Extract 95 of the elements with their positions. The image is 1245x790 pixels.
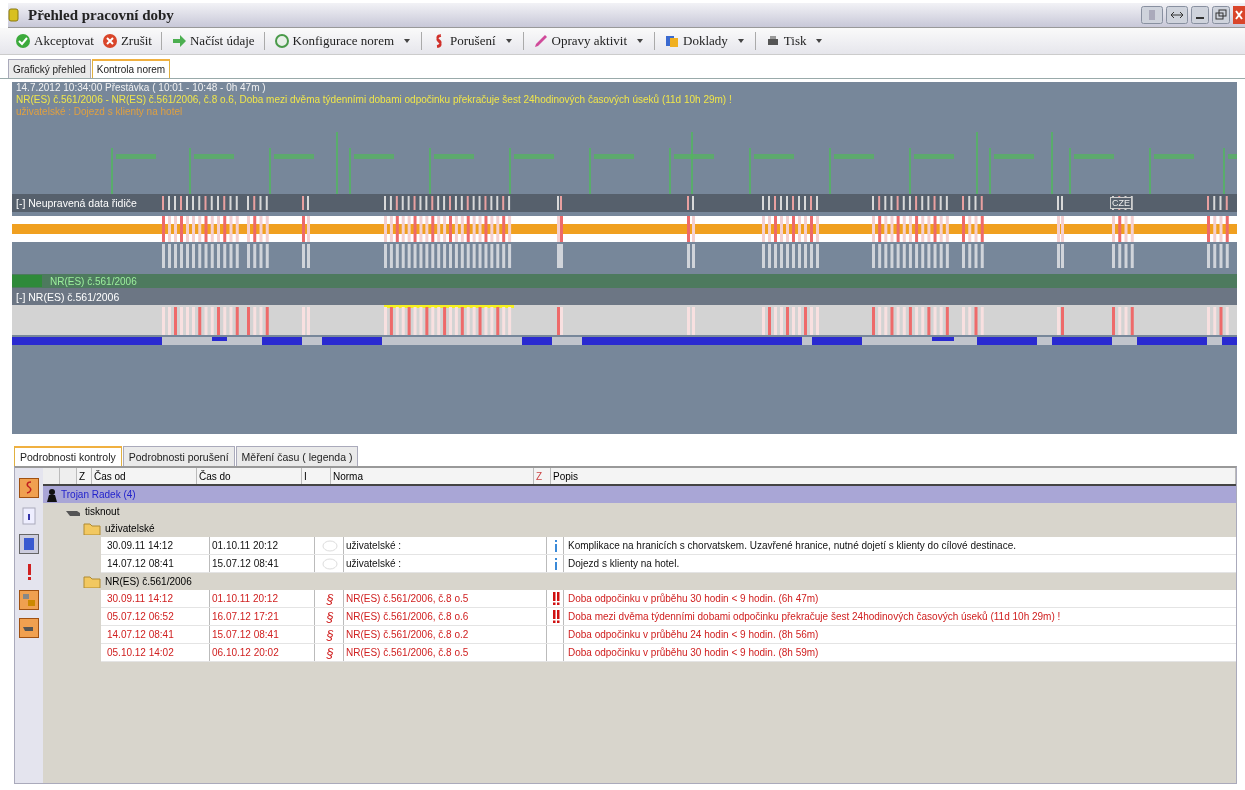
- column-header[interactable]: Čas do: [197, 468, 302, 484]
- table-cell: 05.10.12 14:02: [105, 644, 210, 661]
- norm-band-label: NR(ES) č.561/2006: [50, 275, 137, 287]
- column-header[interactable]: Norma: [331, 468, 534, 484]
- table-cell: NR(ES) č.561/2006, č.8 o.6: [344, 608, 547, 625]
- toolbar-button[interactable]: Zrušit: [98, 32, 155, 50]
- info-icon[interactable]: [19, 534, 39, 554]
- tab[interactable]: Podrobnosti porušení: [122, 446, 235, 466]
- restore-icon[interactable]: [1212, 6, 1230, 24]
- table-row[interactable]: 05.07.12 06:52 16.07.12 17:21 § NR(ES) č.561/2006, č.8 o.6 Doba mezi dvěma týdenními dobami odpočinku překračuje šest 24hodinových časových úseků (11d 10h 29m) !: [101, 608, 1236, 626]
- toolbar-button[interactable]: Konfigurace norem: [270, 32, 398, 50]
- table-cell: 01.10.11 20:12: [210, 590, 315, 607]
- table-cell-text: Doba odpočinku v průběhu 30 hodin < 9 hodin. (6h 47m): [567, 592, 820, 606]
- column-header[interactable]: Z: [77, 468, 92, 484]
- table-cell: uživatelské :: [344, 555, 547, 572]
- info-icon[interactable]: [19, 506, 39, 526]
- column-header[interactable]: Z: [534, 468, 551, 484]
- paragraph-mark: §: [326, 591, 334, 606]
- group-label: NR(ES) č.561/2006: [105, 576, 192, 587]
- tab[interactable]: Podrobnosti kontroly: [14, 446, 122, 466]
- table-cell: 06.10.12 20:02: [210, 644, 315, 661]
- timeline-info-text: 14.7.2012 10:34:00 Přestávka ( 10:01 - 10:48 - 0h 47m ): [15, 82, 267, 94]
- minimize-icon[interactable]: [1191, 6, 1209, 24]
- pencil-icon: [532, 33, 549, 49]
- table-cell: 14.07.12 08:41: [105, 626, 210, 643]
- table-cell: NR(ES) č.561/2006, č.8 o.5: [344, 590, 547, 607]
- table-cell: NR(ES) č.561/2006, č.8 o.5: [344, 644, 547, 661]
- toolbar-button[interactable]: Porušení: [428, 32, 499, 50]
- table-row[interactable]: 30.09.11 14:12 01.10.11 20:12 § NR(ES) č.561/2006, č.8 o.5 Doba odpočinku v průběhu 30 hodin < 9 hodin. (6h 47m): [101, 590, 1236, 608]
- driver-row[interactable]: Trojan Radek (4): [43, 486, 1236, 503]
- cancel-icon: [101, 33, 118, 49]
- table-row[interactable]: 14.07.12 08:41 15.07.12 08:41 § NR(ES) č.561/2006, č.8 o.2 Doba odpočinku v průběhu 24 hodin < 9 hodin. (8h 56m): [101, 626, 1236, 644]
- table-cell: 30.09.11 14:12: [105, 537, 210, 554]
- tab[interactable]: Měření času ( legenda ): [235, 446, 359, 466]
- paragraph-icon[interactable]: [19, 478, 39, 498]
- table-cell-text: Doba mezi dvěma týdenními dobami odpočinku překračuje šest 24hodinových časových úseků (11d 10h 29m) !: [567, 610, 1062, 624]
- table-row[interactable]: 14.07.12 08:41 15.07.12 08:41 uživatelské : Dojezd s klienty na hotel.: [101, 555, 1236, 573]
- paragraph-mark: §: [326, 609, 334, 624]
- info-icon: [553, 557, 559, 570]
- print-group-row[interactable]: tisknout: [43, 503, 1236, 520]
- table-cell-text: Doba odpočinku v průběhu 30 hodin < 9 hodin. (8h 59m): [567, 646, 820, 660]
- country-code: CZE: [1110, 197, 1132, 209]
- group-icon[interactable]: [19, 590, 39, 610]
- table-cell: 15.07.12 08:41: [210, 626, 315, 643]
- driver-name: Trojan Radek (4): [61, 489, 136, 500]
- toolbar-button[interactable]: Doklady: [661, 32, 731, 50]
- table-cell-text: Dojezd s klienty na hotel.: [567, 557, 681, 571]
- group-label: tisknout: [85, 506, 120, 517]
- column-header[interactable]: I: [302, 468, 331, 484]
- timeline-info-text: uživatelské : Dojezd s klienty na hotel: [15, 106, 184, 118]
- resize-icon[interactable]: [1166, 6, 1188, 24]
- tab[interactable]: Kontrola norem: [91, 59, 171, 78]
- folder-icon: [83, 575, 101, 588]
- dropdown-caret-icon[interactable]: [403, 37, 412, 45]
- table-cell-text: Doba odpočinku v průběhu 24 hodin < 9 hodin. (8h 56m): [567, 628, 820, 642]
- norm-badge: [12, 275, 42, 287]
- window-title: Přehled pracovní doby: [28, 6, 174, 24]
- paragraph-mark: §: [326, 645, 334, 660]
- table-cell-text: Komplikace na hranicích s chorvatskem. Uzavřené hranice, nutné dojetí s klienty do cílové destinace.: [567, 539, 1017, 553]
- paragraph-mark: §: [326, 627, 334, 642]
- table-cell: 01.10.11 20:12: [210, 537, 315, 554]
- close-icon[interactable]: [1233, 6, 1245, 24]
- toolbar-button[interactable]: Opravy aktivit: [529, 32, 630, 50]
- arrow-icon: [171, 33, 187, 49]
- toolbar-button[interactable]: Akceptovat: [12, 32, 97, 50]
- dropdown-caret-icon[interactable]: [815, 37, 824, 45]
- table-cell: NR(ES) č.561/2006, č.8 o.2: [344, 626, 547, 643]
- timeline-info-text: NR(ES) č.561/2006 - NR(ES) č.561/2006, č.8 o.6, Doba mezi dvěma týdenními dobami odpočinku překračuje šest 24hodinových časových úseků (11d 10h 29m) !: [15, 94, 733, 106]
- table-row[interactable]: 30.09.11 14:12 01.10.11 20:12 uživatelské : Komplikace na hranicích s chorvatskem. Uzavřené hranice, nutné dojetí s klienty do cílové destinace.: [101, 537, 1236, 555]
- app-icon: [8, 8, 20, 22]
- check-icon: [15, 33, 31, 49]
- folder-icon: [83, 522, 101, 535]
- table-cell: uživatelské :: [344, 537, 547, 554]
- blank-circle-icon: [322, 539, 338, 552]
- table-cell: 14.07.12 08:41: [105, 555, 210, 572]
- table-cell: 30.09.11 14:12: [105, 590, 210, 607]
- table-cell: 15.07.12 08:41: [210, 555, 315, 572]
- document-icon: [664, 33, 680, 49]
- group-label: uživatelské: [105, 523, 155, 534]
- folder-row[interactable]: uživatelské: [43, 520, 1236, 537]
- blank-circle-icon: [322, 557, 338, 570]
- toolbar-button[interactable]: Tisk: [761, 32, 810, 50]
- folder-row[interactable]: NR(ES) č.561/2006: [43, 573, 1236, 590]
- column-header[interactable]: Popis: [551, 468, 1236, 484]
- tab[interactable]: Grafický přehled: [8, 59, 91, 78]
- dropdown-caret-icon[interactable]: [736, 37, 745, 45]
- info-icon: [553, 539, 559, 552]
- column-header[interactable]: Čas od: [92, 468, 197, 484]
- table-cell: 05.07.12 06:52: [105, 608, 210, 625]
- table-row[interactable]: 05.10.12 14:02 06.10.12 20:02 § NR(ES) č.561/2006, č.8 o.5 Doba odpočinku v průběhu 30 hodin < 9 hodin. (8h 59m): [101, 644, 1236, 662]
- person-icon: [47, 487, 57, 502]
- dropdown-caret-icon[interactable]: [636, 37, 644, 45]
- toolbar-button[interactable]: Načíst údaje: [168, 32, 258, 50]
- table-cell: 16.07.12 17:21: [210, 608, 315, 625]
- dropdown-caret-icon[interactable]: [504, 37, 513, 45]
